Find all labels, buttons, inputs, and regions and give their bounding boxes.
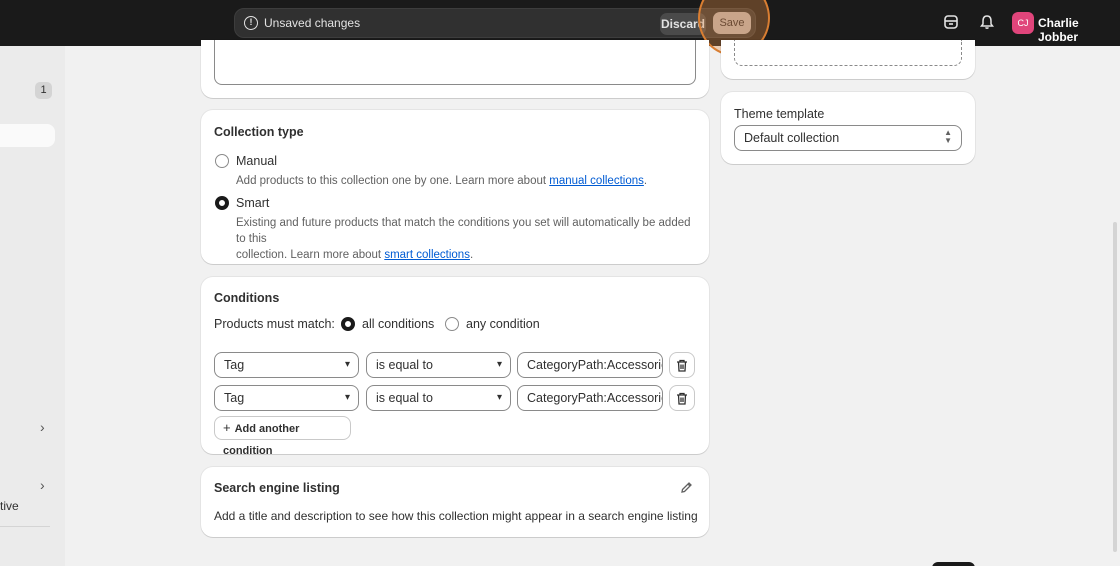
chevron-down-icon: ▾ xyxy=(344,359,350,370)
smart-help-text: Existing and future products that match … xyxy=(236,215,701,263)
sidebar-item-active[interactable] xyxy=(0,124,55,147)
sidebar-count-badge: 1 xyxy=(35,82,52,99)
seo-title: Search engine listing xyxy=(214,481,340,495)
condition-field-select[interactable]: Tag ▾ xyxy=(214,352,359,378)
save-button[interactable]: Save xyxy=(713,12,751,34)
manual-collections-link[interactable]: manual collections xyxy=(549,175,644,187)
avatar[interactable]: CJ xyxy=(1012,12,1034,34)
condition-operator-select[interactable]: is equal to ▾ xyxy=(366,352,511,378)
theme-template-value: Default collection xyxy=(744,131,840,145)
image-dropzone[interactable] xyxy=(734,40,962,66)
condition-value-input[interactable]: CategoryPath:Accessories xyxy=(517,352,663,378)
manual-label[interactable]: Manual xyxy=(236,154,277,168)
theme-template-select[interactable]: Default collection ▲ ▼ xyxy=(734,125,962,151)
scrollbar[interactable] xyxy=(1113,222,1117,552)
add-condition-button[interactable]: + Add another condition xyxy=(214,416,351,457)
alert-icon: ! xyxy=(244,16,258,30)
trash-icon xyxy=(677,359,687,372)
sidebar-divider xyxy=(0,526,50,527)
description-editor[interactable] xyxy=(214,40,696,85)
unsaved-changes-bar: ! Unsaved changes Discard xyxy=(234,8,756,38)
bell-icon[interactable] xyxy=(978,14,996,32)
condition-operator-value: is equal to xyxy=(376,391,433,405)
condition-field-value: Tag xyxy=(224,358,245,372)
all-conditions-label[interactable]: all conditions xyxy=(362,317,434,331)
condition-field-value: Tag xyxy=(224,391,245,405)
seo-description: Add a title and description to see how t… xyxy=(214,509,698,523)
manual-help-prefix: Add products to this collection one by o… xyxy=(236,175,550,187)
chevron-right-icon[interactable]: › xyxy=(40,478,52,492)
any-condition-label[interactable]: any condition xyxy=(466,317,540,331)
any-condition-radio[interactable] xyxy=(445,317,459,331)
condition-field-select[interactable]: Tag ▾ xyxy=(214,385,359,411)
delete-condition-button[interactable] xyxy=(669,385,695,411)
collection-type-title: Collection type xyxy=(214,125,304,139)
match-label: Products must match: xyxy=(214,317,335,331)
manual-help-suffix: . xyxy=(643,175,648,187)
smart-label[interactable]: Smart xyxy=(236,196,269,210)
store-icon[interactable] xyxy=(942,14,960,32)
trash-icon xyxy=(677,392,687,405)
smart-radio[interactable] xyxy=(215,196,229,210)
manual-help-text: Add products to this collection one by o… xyxy=(236,173,696,189)
seo-card: Search engine listing Add a title and de… xyxy=(201,467,709,537)
delete-condition-button[interactable] xyxy=(669,352,695,378)
smart-help-suffix: . xyxy=(469,249,474,261)
bottom-button-edge xyxy=(932,562,975,566)
chevron-down-icon: ▾ xyxy=(344,392,350,403)
smart-help-line2: collection. Learn more about smart colle… xyxy=(236,247,701,263)
theme-template-label: Theme template xyxy=(734,107,825,121)
edit-icon[interactable] xyxy=(680,481,693,497)
select-arrows-icon: ▲ ▼ xyxy=(944,128,952,145)
chevron-right-icon[interactable]: › xyxy=(40,420,52,434)
chevron-down-icon: ▾ xyxy=(496,392,502,403)
user-name[interactable]: Charlie Jobber xyxy=(1038,16,1120,44)
plus-icon: + xyxy=(223,420,231,435)
condition-value-input[interactable]: CategoryPath:Accessories xyxy=(517,385,663,411)
sidebar-item-label[interactable]: tive xyxy=(0,499,19,513)
unsaved-changes-text: Unsaved changes xyxy=(264,16,361,30)
smart-collections-link[interactable]: smart collections xyxy=(384,249,470,261)
smart-help-prefix: collection. Learn more about xyxy=(236,249,385,261)
smart-help-line1: Existing and future products that match … xyxy=(236,217,691,245)
condition-operator-select[interactable]: is equal to ▾ xyxy=(366,385,511,411)
conditions-title: Conditions xyxy=(214,291,280,305)
condition-operator-value: is equal to xyxy=(376,358,433,372)
all-conditions-radio[interactable] xyxy=(341,317,355,331)
chevron-down-icon: ▾ xyxy=(496,359,502,370)
manual-radio[interactable] xyxy=(215,154,229,168)
